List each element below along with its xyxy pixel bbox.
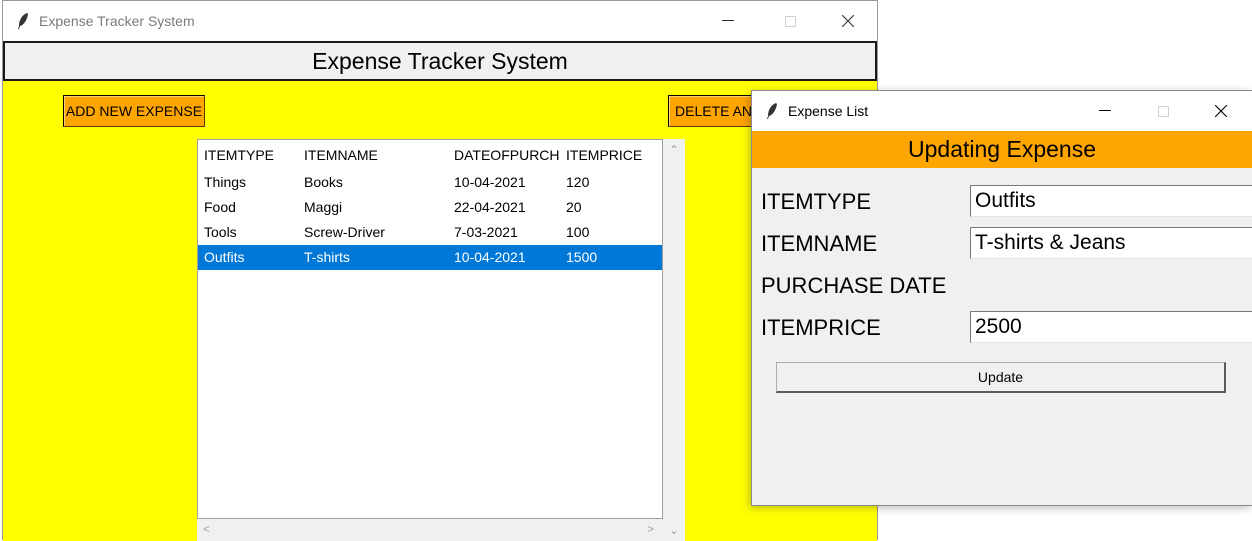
main-window: Expense Tracker System Expense Tracker S… — [2, 0, 878, 541]
vertical-scrollbar[interactable]: ⌃ ⌄ — [663, 139, 685, 541]
horizontal-scrollbar[interactable]: < > — [197, 519, 663, 541]
update-button[interactable]: Update — [776, 362, 1226, 393]
popup-titlebar[interactable]: Expense List — [752, 91, 1252, 131]
cell-itemtype: Outfits — [204, 249, 245, 265]
itemname-label: ITEMNAME — [761, 231, 878, 256]
column-header[interactable]: DATEOFPURCH — [454, 147, 560, 163]
table-row-selected[interactable]: Outfits T-shirts 10-04-2021 1500 — [198, 245, 662, 270]
popup-minimize-button[interactable] — [1082, 91, 1128, 131]
table-row[interactable]: Things Books 10-04-2021 120 — [198, 170, 662, 195]
expense-list-window: Expense List Updating Expense ITEMTYPE I… — [751, 90, 1252, 506]
cell-price: 100 — [566, 224, 590, 240]
table-row[interactable]: Tools Screw-Driver 7-03-2021 100 — [198, 220, 662, 245]
main-body: ADD NEW EXPENSE DELETE AN ITEM ITEMTYPE … — [3, 81, 877, 541]
column-header[interactable]: ITEMTYPE — [204, 147, 274, 163]
cell-price: 120 — [566, 174, 590, 190]
itemname-input[interactable] — [970, 227, 1252, 259]
cell-itemtype: Things — [204, 174, 247, 190]
minimize-icon — [722, 20, 734, 21]
purchase-date-label: PURCHASE DATE — [761, 273, 947, 298]
minimize-button[interactable] — [705, 1, 751, 41]
popup-header: Updating Expense — [752, 131, 1252, 168]
table-row[interactable]: Food Maggi 22-04-2021 20 — [198, 195, 662, 220]
cell-date: 7-03-2021 — [454, 224, 518, 240]
main-titlebar[interactable]: Expense Tracker System — [3, 1, 877, 41]
scroll-up-icon[interactable]: ⌃ — [669, 143, 679, 157]
scroll-left-icon[interactable]: < — [203, 522, 210, 536]
feather-icon — [18, 13, 28, 29]
table-header-row: ITEMTYPE ITEMNAME DATEOFPURCH ITEMPRICE — [198, 140, 662, 165]
cell-itemtype: Tools — [204, 224, 237, 240]
cell-price: 20 — [566, 199, 582, 215]
close-icon — [842, 15, 854, 27]
cell-price: 1500 — [566, 249, 598, 265]
itemtype-label: ITEMTYPE — [761, 189, 872, 214]
maximize-button[interactable] — [767, 1, 813, 41]
cell-itemtype: Food — [204, 199, 236, 215]
close-button[interactable] — [825, 1, 871, 41]
column-header[interactable]: ITEMNAME — [304, 147, 378, 163]
feather-icon — [767, 103, 777, 119]
scroll-down-icon[interactable]: ⌄ — [669, 523, 679, 537]
main-header: Expense Tracker System — [3, 41, 877, 81]
popup-maximize-button[interactable] — [1140, 91, 1186, 131]
itemprice-input[interactable] — [970, 311, 1252, 343]
add-new-expense-button[interactable]: ADD NEW EXPENSE — [63, 95, 205, 127]
cell-date: 22-04-2021 — [454, 199, 526, 215]
cell-date: 10-04-2021 — [454, 249, 526, 265]
cell-itemname: T-shirts — [304, 249, 350, 265]
cell-itemname: Screw-Driver — [304, 224, 385, 240]
expense-table[interactable]: ITEMTYPE ITEMNAME DATEOFPURCH ITEMPRICE … — [197, 139, 663, 519]
popup-window-title: Expense List — [788, 103, 869, 119]
column-header[interactable]: ITEMPRICE — [566, 147, 642, 163]
itemprice-label: ITEMPRICE — [761, 315, 881, 340]
minimize-icon — [1099, 110, 1111, 111]
maximize-icon — [1157, 105, 1169, 117]
main-window-title: Expense Tracker System — [39, 13, 195, 29]
cell-itemname: Maggi — [304, 199, 343, 215]
close-icon — [1215, 105, 1227, 117]
popup-close-button[interactable] — [1198, 91, 1244, 131]
maximize-icon — [784, 15, 796, 27]
itemtype-input[interactable] — [970, 185, 1252, 217]
cell-date: 10-04-2021 — [454, 174, 526, 190]
scroll-right-icon[interactable]: > — [647, 522, 654, 536]
cell-itemname: Books — [304, 174, 343, 190]
